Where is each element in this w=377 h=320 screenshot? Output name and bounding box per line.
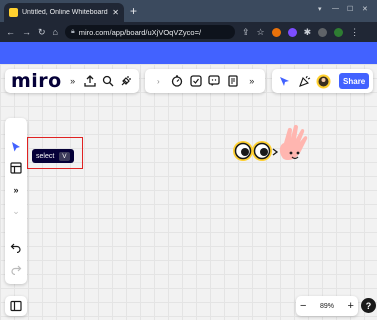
board-canvas[interactable] (0, 64, 377, 320)
tab-search-icon[interactable]: ▾ (318, 5, 322, 13)
left-toolbar: » ⌄ (5, 118, 27, 284)
miro-favicon-icon (9, 8, 18, 17)
zoom-level[interactable]: 89% (320, 303, 334, 310)
undo-icon[interactable] (7, 239, 25, 257)
avatar[interactable] (316, 72, 333, 90)
profile-icon[interactable] (318, 27, 328, 37)
celebrate-icon[interactable] (296, 72, 313, 90)
extension-icon[interactable] (271, 27, 281, 37)
frames-panel (5, 296, 27, 316)
browser-tab-bar: Untitled, Online Whiteboard for ✕ + ▾ — … (0, 0, 377, 22)
lock-icon: 🔒︎ (70, 28, 75, 35)
url-text: miro.com/app/board/uXjVOqVZyco=/ (78, 27, 202, 37)
sidebar-panel-icon[interactable] (7, 297, 25, 315)
share-button[interactable]: Share (339, 73, 370, 89)
zoom-panel: − 89% + (296, 296, 358, 316)
expand-chevron-icon[interactable]: › (150, 72, 167, 90)
search-icon[interactable] (101, 72, 115, 90)
help-button[interactable]: ? (361, 298, 376, 313)
welcome-illustration (230, 122, 322, 170)
toolbar-grip-icon (7, 124, 25, 134)
collaboration-toolbar: › » (145, 69, 265, 93)
forward-icon[interactable]: → (22, 27, 31, 37)
reactions-icon[interactable] (206, 72, 223, 90)
zoom-out-button[interactable]: − (300, 300, 306, 312)
tab-title: Untitled, Online Whiteboard for (22, 9, 109, 16)
bookmark-star-icon[interactable]: ☆ (257, 27, 265, 38)
more-apps-chevron-icon[interactable]: » (7, 181, 25, 199)
top-banner (0, 42, 377, 64)
share-page-icon[interactable]: ⇪ (242, 27, 250, 38)
address-bar[interactable]: 🔒︎ miro.com/app/board/uXjVOqVZyco=/ (64, 25, 235, 39)
share-panel: Share (272, 69, 373, 93)
more-tools-chevron-icon[interactable]: » (243, 72, 260, 90)
window-close-icon[interactable]: ✕ (362, 5, 368, 13)
tab-close-icon[interactable]: ✕ (112, 8, 119, 17)
extension-icon[interactable] (287, 27, 297, 37)
avatar[interactable] (334, 27, 344, 37)
cursor-arrow-icon[interactable] (276, 72, 293, 90)
export-icon[interactable] (84, 72, 98, 90)
annotation-highlight-box (27, 137, 83, 169)
extensions-puzzle-icon[interactable]: ✱ (304, 27, 312, 38)
home-icon[interactable]: ⌂ (53, 27, 58, 37)
miro-logo[interactable]: miro (11, 70, 62, 92)
zoom-in-button[interactable]: + (348, 300, 354, 312)
redo-icon[interactable] (7, 260, 25, 278)
minimize-icon[interactable]: — (332, 5, 339, 12)
templates-icon[interactable] (7, 160, 25, 178)
reload-icon[interactable]: ↻ (38, 27, 46, 38)
integrations-plug-icon[interactable] (119, 72, 133, 90)
timer-icon[interactable] (169, 72, 186, 90)
maximize-icon[interactable]: ☐ (347, 5, 353, 13)
select-tool-icon[interactable] (7, 138, 25, 156)
menu-kebab-icon[interactable]: ⋮ (350, 27, 359, 38)
board-menu-chevron-icon[interactable]: » (66, 72, 80, 90)
collapse-icon[interactable]: ⌄ (7, 203, 25, 221)
browser-tab[interactable]: Untitled, Online Whiteboard for ✕ (4, 3, 124, 22)
browser-toolbar: ← → ↻ ⌂ 🔒︎ miro.com/app/board/uXjVOqVZyc… (0, 22, 377, 42)
notes-icon[interactable] (225, 72, 242, 90)
voting-icon[interactable] (187, 72, 204, 90)
new-tab-button[interactable]: + (130, 4, 137, 18)
back-icon[interactable]: ← (6, 27, 15, 37)
board-menu-panel: miro » (5, 69, 139, 93)
